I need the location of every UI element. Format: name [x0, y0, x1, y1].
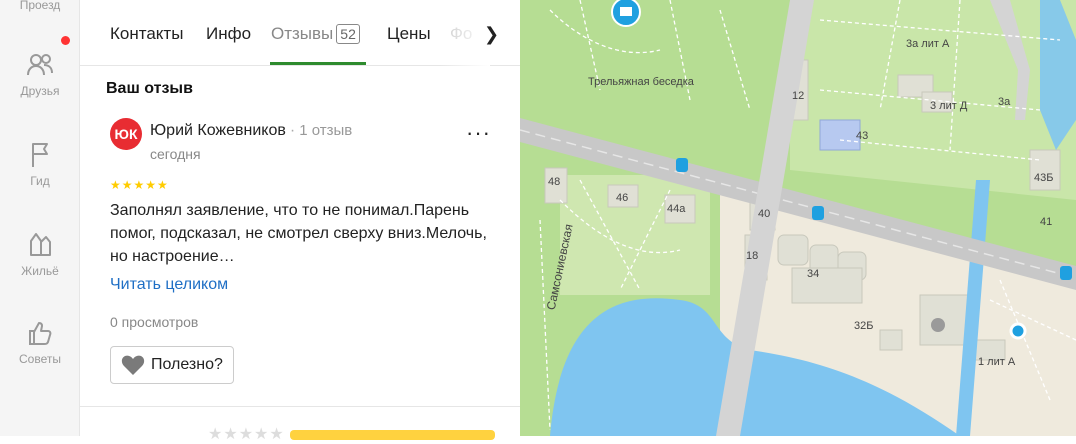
- useful-label: Полезно?: [151, 356, 223, 373]
- author-review-count: 1 отзыв: [299, 122, 353, 139]
- map-label-3-lit-d: 3 лит Д: [930, 100, 968, 112]
- tabs-scroll-right-icon[interactable]: ❯: [484, 24, 499, 45]
- rate-stars[interactable]: ★★★★★: [208, 424, 285, 444]
- separator-dot: ·: [289, 122, 296, 139]
- map-canvas[interactable]: [520, 0, 1076, 436]
- heart-icon: [121, 355, 145, 375]
- friends-icon: [27, 54, 53, 76]
- map-label-3a-lit-a: 3а лит А: [906, 38, 950, 50]
- nav-item-route[interactable]: Проезд: [0, 0, 80, 12]
- housing-icon: [30, 233, 51, 256]
- nav-item-route-label: Проезд: [19, 0, 61, 12]
- tab-contacts[interactable]: Контакты: [110, 24, 183, 44]
- your-review-heading: Ваш отзыв: [106, 80, 193, 97]
- bus-stop-icon-3[interactable]: [1060, 266, 1072, 280]
- nav-item-housing[interactable]: Жильё: [0, 228, 80, 278]
- nav-item-tips-label: Советы: [19, 352, 61, 366]
- map-label-3a: 3а: [998, 96, 1011, 108]
- views-count: 0 просмотров: [110, 314, 199, 330]
- read-more-link[interactable]: Читать целиком: [110, 276, 228, 294]
- map-label-48: 48: [548, 176, 561, 188]
- map-label-32b: 32Б: [854, 320, 874, 332]
- write-review-button[interactable]: [290, 430, 495, 440]
- bus-stop-icon[interactable]: [676, 158, 688, 172]
- map-label-40: 40: [758, 208, 771, 220]
- divider: [80, 406, 520, 407]
- bus-stop-icon-2[interactable]: [812, 206, 824, 220]
- map-label-34: 34: [807, 268, 820, 280]
- notification-dot: [61, 36, 70, 45]
- map-label-12: 12: [792, 90, 805, 102]
- nav-item-guide-label: Гид: [30, 174, 50, 188]
- map-label-beseda: Трельяжная беседка: [588, 76, 694, 88]
- church-icon[interactable]: [931, 318, 945, 332]
- map-label-43b: 43Б: [1034, 172, 1054, 184]
- nav-item-friends[interactable]: Друзья: [0, 50, 80, 98]
- nav-item-friends-label: Друзья: [20, 84, 60, 98]
- review-date: сегодня: [150, 146, 201, 162]
- flag-icon: [32, 143, 48, 167]
- tab-fade-overlay: [440, 0, 490, 66]
- nav-item-guide[interactable]: Гид: [0, 140, 80, 188]
- avatar[interactable]: ЮК: [110, 118, 142, 150]
- side-nav: Проезд Друзья Гид Жильё Советы: [0, 0, 80, 436]
- map-label-41: 41: [1040, 216, 1053, 228]
- tab-info[interactable]: Инфо: [206, 24, 251, 44]
- map-label-44a: 44а: [667, 203, 686, 215]
- tab-reviews[interactable]: Отзывы 52: [271, 24, 360, 44]
- organization-panel: Контакты Инфо Отзывы52 Цены Фо ❯ Ваш отз…: [80, 0, 520, 443]
- more-options-icon[interactable]: ···: [466, 122, 491, 144]
- reviews-count-badge: 52: [336, 24, 360, 44]
- map-label-43: 43: [856, 130, 869, 142]
- thumbs-up-icon: [29, 322, 52, 345]
- rating-stars: ★★★★★: [110, 178, 169, 192]
- review-author-line: Юрий Кожевников · 1 отзыв: [150, 122, 352, 140]
- map-view[interactable]: Трельяжная беседка 12 43 3а лит А 3 лит …: [520, 0, 1076, 436]
- review-text: Заполнял заявление, что то не понимал.Па…: [110, 202, 487, 265]
- map-label-1-lit-a: 1 лит А: [978, 356, 1016, 368]
- tab-prices[interactable]: Цены: [387, 24, 431, 44]
- map-label-18: 18: [746, 250, 759, 262]
- map-label-46: 46: [616, 192, 629, 204]
- author-name[interactable]: Юрий Кожевников: [150, 122, 286, 139]
- active-tab-indicator: [270, 62, 366, 65]
- location-pin-icon[interactable]: [1009, 322, 1027, 340]
- useful-button[interactable]: Полезно?: [110, 346, 234, 384]
- nav-item-tips[interactable]: Советы: [0, 318, 80, 366]
- tab-reviews-label: Отзывы: [271, 24, 334, 43]
- tab-bar: Контакты Инфо Отзывы52 Цены Фо ❯: [80, 0, 520, 66]
- nav-item-housing-label: Жильё: [21, 264, 59, 278]
